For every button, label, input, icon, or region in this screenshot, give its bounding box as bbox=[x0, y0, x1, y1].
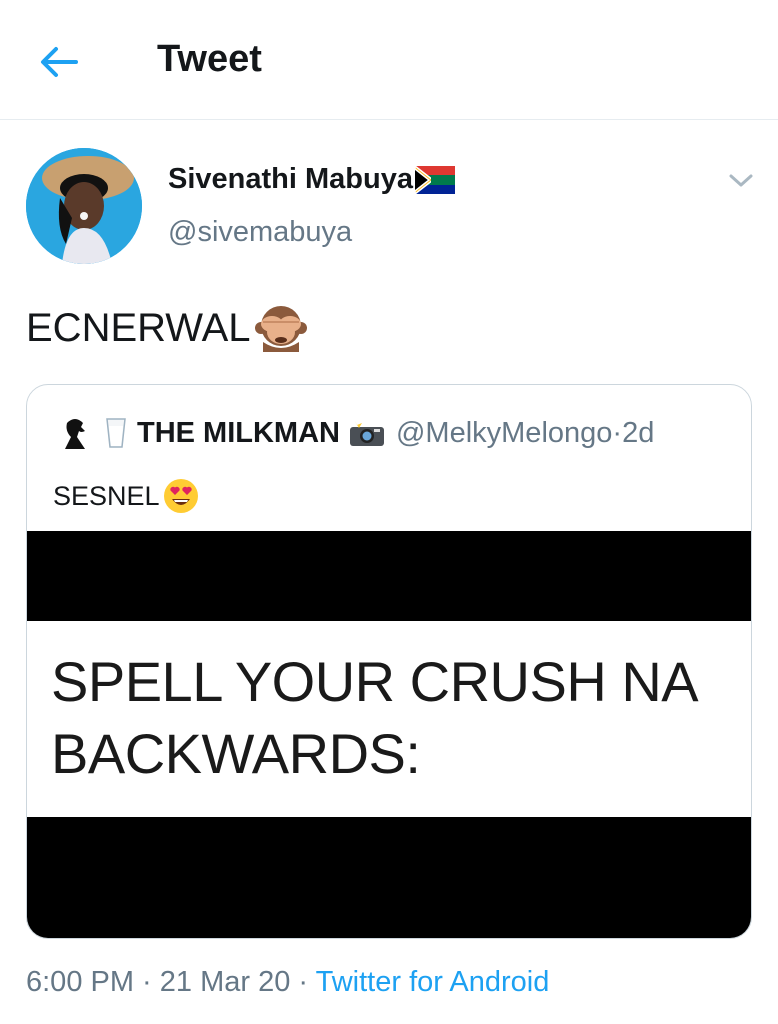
quoted-author-name: THE MILKMAN bbox=[137, 416, 340, 449]
see-no-evil-monkey-icon bbox=[254, 306, 307, 352]
quoted-tweet[interactable]: THE MILKMAN @MelkyMelongo · 2d SESNEL SP… bbox=[26, 384, 752, 939]
quoted-tweet-age: 2d bbox=[622, 416, 655, 449]
page-title: Tweet bbox=[157, 38, 262, 80]
quoted-tweet-header: THE MILKMAN @MelkyMelongo · 2d bbox=[55, 413, 654, 453]
separator-dot: · bbox=[612, 416, 623, 449]
tweet-source-link[interactable]: Twitter for Android bbox=[316, 966, 550, 998]
author-name-text: Sivenathi Mabuya bbox=[168, 163, 413, 195]
quoted-author-avatar[interactable] bbox=[55, 413, 95, 453]
author-avatar[interactable] bbox=[26, 148, 142, 264]
quoted-tweet-text: SESNEL bbox=[53, 477, 200, 515]
top-bar: Tweet bbox=[0, 0, 778, 120]
quoted-text-content: SESNEL bbox=[53, 480, 160, 511]
tweet-date: 21 Mar 20 bbox=[159, 966, 291, 998]
arrow-left-icon bbox=[41, 47, 78, 77]
more-options-button[interactable] bbox=[726, 168, 756, 192]
avatar-photo bbox=[26, 148, 142, 264]
milk-glass-icon bbox=[106, 418, 126, 448]
tweet-time: 6:00 PM bbox=[26, 966, 134, 998]
separator-dot: · bbox=[134, 966, 160, 998]
author-name[interactable]: Sivenathi Mabuya bbox=[168, 163, 455, 196]
quoted-author-handle: @MelkyMelongo bbox=[395, 416, 613, 449]
tweet-timestamp: 6:00 PM · 21 Mar 20 · Twitter for Androi… bbox=[26, 966, 549, 999]
camera-flash-icon bbox=[349, 420, 384, 446]
heart-eyes-emoji-icon bbox=[163, 479, 198, 513]
separator-dot: · bbox=[290, 966, 316, 998]
south-africa-flag-icon bbox=[414, 165, 455, 194]
tweet-text-content: ECNERWAL bbox=[26, 305, 251, 350]
back-button[interactable] bbox=[36, 40, 84, 84]
quoted-media-image[interactable]: SPELL YOUR CRUSH NA BACKWARDS: bbox=[27, 531, 751, 938]
tweet-text: ECNERWAL bbox=[26, 302, 309, 354]
chevron-down-icon bbox=[729, 174, 753, 187]
meme-text-line-1: SPELL YOUR CRUSH NA bbox=[51, 650, 699, 713]
meme-text-line-2: BACKWARDS: bbox=[51, 722, 421, 785]
author-handle[interactable]: @sivemabuya bbox=[168, 216, 352, 249]
